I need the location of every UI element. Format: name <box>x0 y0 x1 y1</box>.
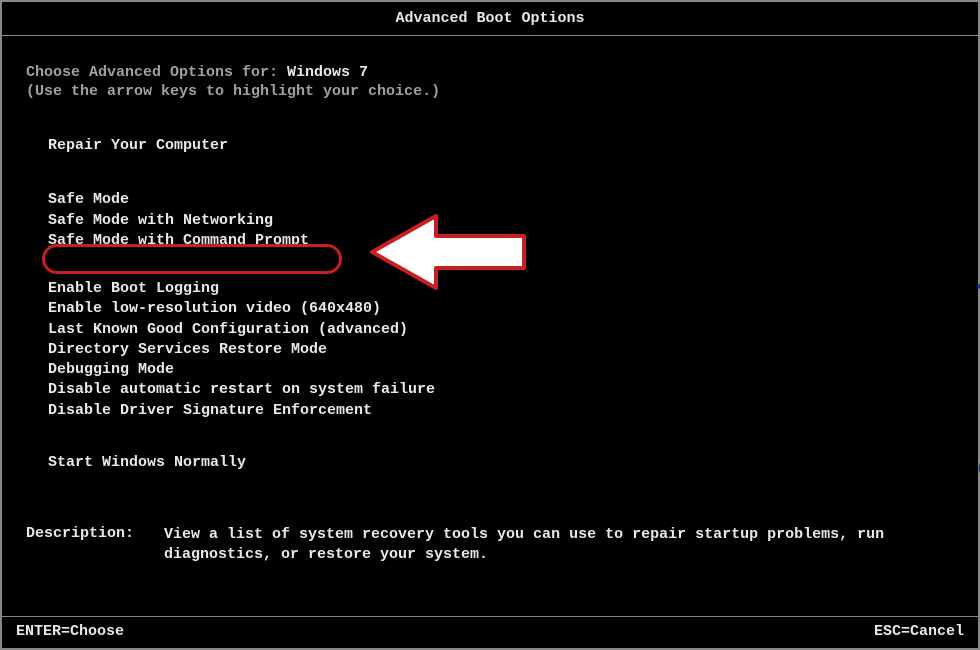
menu-item-debugging-mode[interactable]: Debugging Mode <box>48 360 954 380</box>
menu-group-4: Start Windows Normally <box>26 453 954 473</box>
menu-item-disable-auto-restart[interactable]: Disable automatic restart on system fail… <box>48 380 954 400</box>
choose-os-line: Choose Advanced Options for: Windows 7 <box>26 64 954 81</box>
page-title: Advanced Boot Options <box>2 2 978 36</box>
menu-item-safe-mode-networking[interactable]: Safe Mode with Networking <box>48 211 954 231</box>
menu-item-last-known-good[interactable]: Last Known Good Configuration (advanced) <box>48 320 954 340</box>
menu-item-low-resolution[interactable]: Enable low-resolution video (640x480) <box>48 299 954 319</box>
content-area: Choose Advanced Options for: Windows 7 (… <box>2 36 978 566</box>
description-text: View a list of system recovery tools you… <box>164 525 954 566</box>
menu-item-start-windows-normally[interactable]: Start Windows Normally <box>48 453 954 473</box>
menu-group-1: Repair Your Computer <box>26 136 954 156</box>
menu-item-enable-boot-logging[interactable]: Enable Boot Logging <box>48 279 954 299</box>
instruction-text: (Use the arrow keys to highlight your ch… <box>26 83 954 100</box>
menu-item-safe-mode-command-prompt[interactable]: Safe Mode with Command Prompt <box>48 231 954 251</box>
menu-item-safe-mode[interactable]: Safe Mode <box>48 190 954 210</box>
footer-enter-hint: ENTER=Choose <box>16 623 124 640</box>
os-name: Windows 7 <box>287 64 368 81</box>
description-block: Description: View a list of system recov… <box>26 525 954 566</box>
menu-item-disable-driver-signature[interactable]: Disable Driver Signature Enforcement <box>48 401 954 421</box>
menu-group-3: Enable Boot Logging Enable low-resolutio… <box>26 279 954 421</box>
footer-bar: ENTER=Choose ESC=Cancel <box>2 616 978 648</box>
menu-item-directory-services-restore[interactable]: Directory Services Restore Mode <box>48 340 954 360</box>
watermark-text: 2-remove-virus.com <box>972 145 980 477</box>
menu-item-repair-your-computer[interactable]: Repair Your Computer <box>48 136 954 156</box>
footer-esc-hint: ESC=Cancel <box>874 623 964 640</box>
menu-group-2: Safe Mode Safe Mode with Networking Safe… <box>26 190 954 251</box>
choose-label: Choose Advanced Options for: <box>26 64 287 81</box>
description-label: Description: <box>26 525 164 566</box>
